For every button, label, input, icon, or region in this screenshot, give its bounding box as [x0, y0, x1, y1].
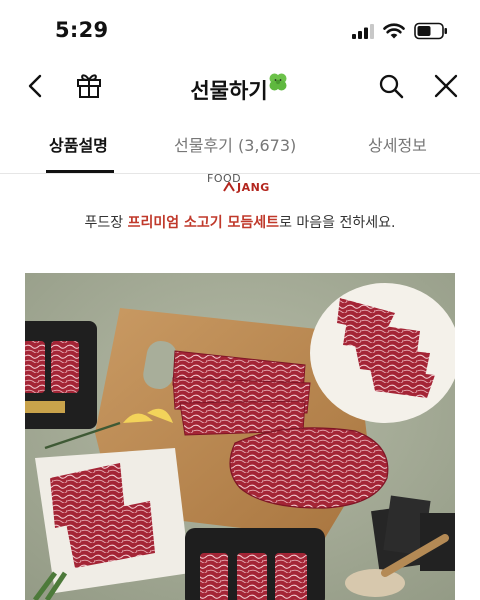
- close-icon[interactable]: [432, 72, 460, 100]
- tab-gift-reviews[interactable]: 선물후기 (3,673): [174, 132, 296, 156]
- clover-icon: [269, 73, 287, 91]
- brand-logo-bottom: JANG: [237, 181, 270, 194]
- page-title-text: 선물하기: [190, 79, 268, 103]
- brand-mark-icon: [223, 182, 235, 192]
- tab-detail-info[interactable]: 상세정보: [368, 132, 427, 156]
- tagline-suffix: 로 마음을 전하세요.: [279, 215, 396, 231]
- page-title: 선물하기: [0, 70, 480, 105]
- top-navigation-bar: 선물하기: [0, 62, 480, 112]
- beef-strips: [172, 350, 311, 436]
- product-tabs: 상품설명 선물후기 (3,673) 상세정보: [0, 118, 480, 174]
- battery-icon: [414, 22, 447, 40]
- status-time: 5:29: [55, 18, 109, 42]
- beef-steak: [229, 427, 389, 509]
- status-bar: 5:29: [0, 0, 480, 62]
- active-tab-indicator: [46, 170, 114, 173]
- wifi-icon: [383, 23, 405, 39]
- search-icon[interactable]: [377, 72, 405, 100]
- beef-gift-set-photo: [25, 273, 455, 600]
- tagline-highlight: 프리미엄 소고기 모듬세트: [127, 215, 280, 231]
- tagline-prefix: 푸드장: [84, 215, 128, 231]
- product-photo: [25, 273, 455, 600]
- product-tagline: 푸드장 프리미엄 소고기 모듬세트로 마음을 전하세요.: [0, 212, 480, 232]
- brand-logo: FOOD JANG: [205, 172, 277, 196]
- cellular-signal-icon: [352, 24, 374, 39]
- tab-product-description[interactable]: 상품설명: [49, 132, 108, 156]
